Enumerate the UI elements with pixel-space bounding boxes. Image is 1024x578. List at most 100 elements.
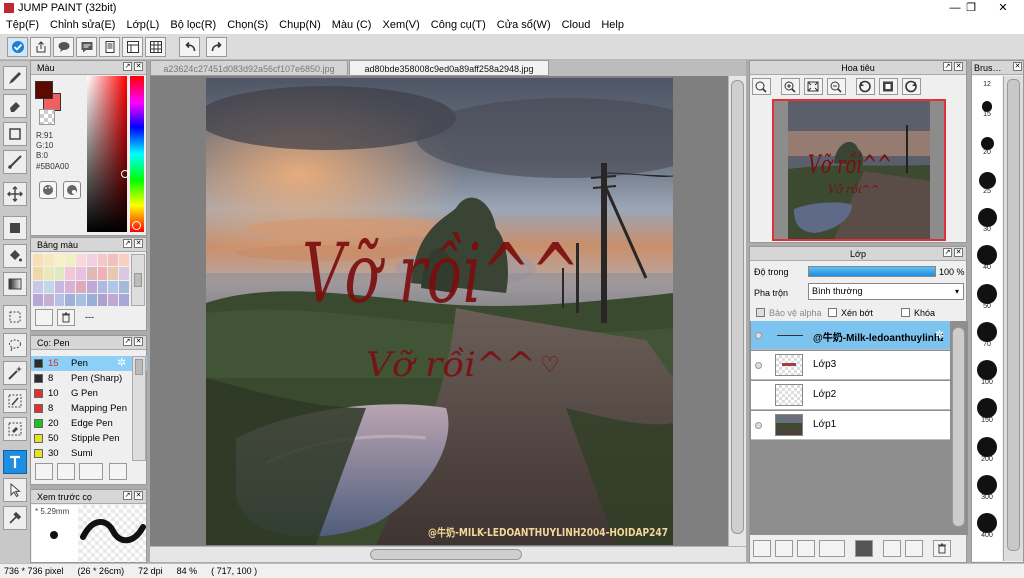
palette-swatch[interactable] (86, 280, 97, 293)
saturation-value-picker[interactable] (87, 76, 129, 232)
palette-swatch[interactable] (54, 293, 65, 306)
new-brush-icon[interactable] (57, 463, 75, 480)
palette-swatch[interactable] (33, 293, 43, 306)
palette-icon[interactable] (39, 181, 57, 199)
opacity-slider[interactable] (808, 266, 936, 277)
brush-item[interactable]: 50 Stipple Pen (31, 431, 147, 446)
fill-rect-tool-icon[interactable] (3, 216, 27, 240)
layer-list-scrollbar[interactable] (952, 327, 965, 527)
color-settings-icon[interactable] (63, 181, 81, 199)
palette-swatch[interactable] (97, 293, 108, 306)
layer-row[interactable]: Lớp1 (751, 411, 950, 440)
menu-layer[interactable]: Lớp(L) (126, 19, 159, 31)
navigator-preview[interactable]: Vỡ rồi^^ Vỡ rồi^^ (772, 99, 946, 241)
grid-icon[interactable] (145, 37, 166, 57)
palette-swatch[interactable] (108, 267, 119, 280)
menu-tools[interactable]: Công cụ(T) (431, 19, 486, 31)
canvas-vertical-scrollbar[interactable] (728, 76, 746, 546)
brush-size-dot-icon[interactable] (977, 321, 997, 342)
layer-visibility-icon[interactable] (755, 362, 762, 369)
brush-size-dot-icon[interactable] (977, 398, 997, 419)
delete-layer-icon[interactable] (933, 540, 951, 557)
brush-tool-icon[interactable] (3, 66, 27, 90)
palette-swatch[interactable] (54, 254, 65, 267)
eraser-tool-icon[interactable] (3, 94, 27, 118)
blend-mode-select[interactable]: Bình thường ▾ (808, 283, 964, 300)
layer-visibility-icon[interactable] (755, 332, 762, 339)
brush-size-dot-icon[interactable] (978, 171, 996, 189)
document-tab-active[interactable]: ad80bde358008c9ed0a89aff258a2948.jpg (349, 60, 549, 76)
menu-help[interactable]: Help (601, 19, 624, 31)
brush-size-label[interactable]: 200 (972, 456, 1002, 463)
duplicate-icon[interactable] (883, 540, 901, 557)
brush-item[interactable]: 8 Pen (Sharp) (31, 371, 147, 386)
palette-swatch[interactable] (43, 254, 54, 267)
palette-swatch[interactable] (65, 267, 76, 280)
line-tool-icon[interactable] (3, 150, 27, 174)
palette-swatch[interactable] (54, 267, 65, 280)
palette-swatch[interactable] (43, 293, 54, 306)
brush-size-scrollbar[interactable] (1003, 76, 1023, 561)
brush-copy-icon[interactable] (109, 463, 127, 480)
comment-icon[interactable] (53, 37, 74, 57)
menu-window[interactable]: Cửa sổ(W) (497, 19, 551, 31)
hue-slider-handle[interactable] (132, 221, 141, 230)
brush-size-dot-icon[interactable] (977, 436, 997, 457)
palette-swatch[interactable] (119, 267, 129, 280)
menu-filter[interactable]: Bộ lọc(R) (170, 19, 216, 31)
move-tool-icon[interactable] (3, 182, 27, 206)
color-picker-cursor[interactable] (121, 170, 129, 178)
gradient-tool-icon[interactable] (3, 272, 27, 296)
palette-swatch[interactable] (76, 267, 86, 280)
brush-size-dot-icon[interactable] (977, 360, 997, 381)
menu-capture[interactable]: Chụp(N) (279, 19, 321, 31)
gear-icon[interactable]: ✲ (117, 356, 126, 371)
zoom-fit-icon[interactable] (752, 78, 771, 95)
folder-icon[interactable] (855, 540, 873, 557)
palette-swatch[interactable] (86, 267, 97, 280)
new-layer-icon[interactable] (753, 540, 771, 557)
palette-swatch[interactable] (65, 254, 76, 267)
undock-icon[interactable]: ↗ (943, 248, 952, 257)
panel-icon[interactable] (122, 37, 143, 57)
redo-icon[interactable] (206, 37, 227, 57)
palette-swatch[interactable] (108, 254, 119, 267)
palette-scrollbar[interactable] (131, 254, 145, 306)
layer-row[interactable]: Lớp2 (751, 381, 950, 410)
brush-size-label[interactable]: 25 (972, 188, 1002, 195)
undock-icon[interactable]: ↗ (123, 491, 132, 500)
dropper-tool-icon[interactable] (3, 506, 27, 530)
menu-view[interactable]: Xem(V) (382, 19, 419, 31)
close-panel-icon[interactable]: ✕ (134, 337, 143, 346)
brush-size-dot-icon[interactable] (977, 245, 997, 266)
brush-list-scrollbar[interactable] (132, 356, 146, 461)
palette-swatch[interactable] (43, 280, 54, 293)
magic-wand-tool-icon[interactable] (3, 361, 27, 385)
rotate-reset-icon[interactable] (879, 78, 898, 95)
close-button[interactable]: ✕ (980, 0, 1024, 16)
brush-size-label[interactable]: 100 (972, 379, 1002, 386)
brush-size-dot-icon[interactable] (977, 475, 997, 495)
menu-edit[interactable]: Chỉnh sửa(E) (50, 19, 115, 31)
menu-cloud[interactable]: Cloud (562, 19, 591, 31)
vertical-scroll-thumb[interactable] (731, 80, 744, 534)
message-icon[interactable] (76, 37, 97, 57)
brush-size-label[interactable]: 70 (972, 341, 1002, 348)
brush-item[interactable]: 30 Sumi (31, 446, 147, 461)
palette-swatch[interactable] (97, 254, 108, 267)
bucket-tool-icon[interactable] (3, 244, 27, 268)
lock-checkbox[interactable]: Khóa (901, 308, 935, 318)
palette-swatch[interactable] (97, 280, 108, 293)
canvas-horizontal-scrollbar[interactable] (150, 546, 746, 562)
palette-swatch[interactable] (76, 293, 86, 306)
close-panel-icon[interactable]: ✕ (134, 491, 143, 500)
close-panel-icon[interactable]: ✕ (954, 62, 963, 71)
palette-swatch[interactable] (97, 267, 108, 280)
palette-swatch[interactable] (43, 267, 54, 280)
undock-icon[interactable]: ↗ (123, 337, 132, 346)
palette-swatch[interactable] (86, 293, 97, 306)
brush-size-label[interactable]: 150 (972, 417, 1002, 424)
brush-size-dot-icon[interactable] (977, 283, 997, 304)
palette-swatch[interactable] (65, 293, 76, 306)
undock-icon[interactable]: ↗ (123, 62, 132, 71)
